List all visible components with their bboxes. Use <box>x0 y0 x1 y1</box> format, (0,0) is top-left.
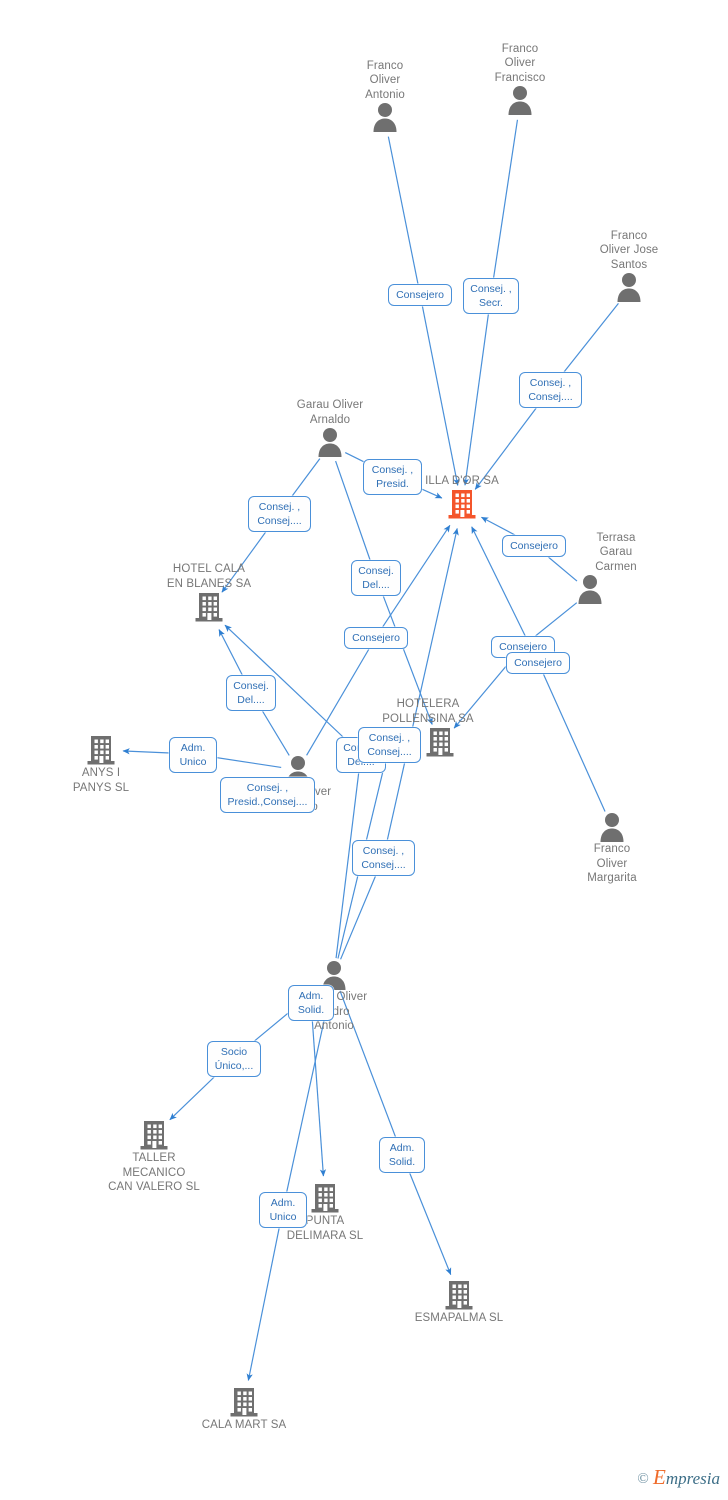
brand-name: mpresia <box>665 1469 720 1488</box>
person-icon <box>530 574 650 604</box>
person-icon <box>325 102 445 132</box>
brand-initial: E <box>653 1465 666 1489</box>
person-node-garau-oliver-arnaldo[interactable]: Garau Oliver Arnaldo <box>270 398 390 457</box>
company-icon <box>94 1119 214 1151</box>
relation-label-consej-consej[interactable]: Consej. , Consej.... <box>352 840 415 876</box>
relationship-graph[interactable]: Franco Oliver Antonio Franco Oliver Franc… <box>0 0 728 1500</box>
company-node-esmapalma-sl[interactable]: ESMAPALMA SL <box>399 1279 519 1326</box>
node-label: HOTELERA POLLENSINA SA <box>382 698 474 725</box>
company-icon <box>399 1279 519 1311</box>
relation-label-adm-solid[interactable]: Adm. Solid. <box>379 1137 425 1173</box>
person-icon <box>460 85 580 115</box>
company-icon <box>184 1386 304 1418</box>
node-label: TALLER MECANICO CAN VALERO SL <box>108 1152 200 1193</box>
company-node-taller-mecanico-can-valero-sl[interactable]: TALLER MECANICO CAN VALERO SL <box>94 1119 214 1195</box>
person-icon <box>569 272 689 302</box>
relation-label-consejero[interactable]: Consejero <box>506 652 570 674</box>
person-node-franco-oliver-antonio[interactable]: Franco Oliver Antonio <box>325 59 445 132</box>
relation-label-consejero[interactable]: Consejero <box>502 535 566 557</box>
relation-label-consejero[interactable]: Consejero <box>344 627 408 649</box>
person-icon <box>552 812 672 842</box>
edge-segment-source <box>490 119 519 296</box>
relation-label-consej-consej[interactable]: Consej. , Consej.... <box>248 496 311 532</box>
relation-label-consej-secr[interactable]: Consej. , Secr. <box>463 278 519 314</box>
person-node-franco-oliver-jose-santos[interactable]: Franco Oliver Jose Santos <box>569 229 689 302</box>
node-label: Garau Oliver Arnaldo <box>296 399 364 426</box>
edge-segment-target <box>419 293 460 486</box>
company-icon <box>41 734 161 766</box>
node-label: Franco Oliver Jose Santos <box>599 229 659 271</box>
node-label: Franco Oliver Francisco <box>494 42 546 84</box>
company-node-cala-mart-sa[interactable]: CALA MART SA <box>184 1386 304 1433</box>
node-label: Franco Oliver Antonio <box>365 59 405 101</box>
copyright-symbol: © <box>637 1471 649 1487</box>
relation-label-adm-unico[interactable]: Adm. Unico <box>259 1192 307 1228</box>
relation-label-consejero[interactable]: Consejero <box>388 284 452 306</box>
node-label: Terrasa Garau Carmen <box>595 531 637 573</box>
person-node-franco-oliver-francisco[interactable]: Franco Oliver Francisco <box>460 42 580 115</box>
relation-label-adm-unico[interactable]: Adm. Unico <box>169 737 217 773</box>
relation-label-consej-consej[interactable]: Consej. , Consej.... <box>358 727 421 763</box>
node-label: CALA MART SA <box>201 1419 287 1431</box>
person-node-franco-oliver-margarita[interactable]: Franco Oliver Margarita <box>552 812 672 886</box>
relation-label-consej-del[interactable]: Consej. Del.... <box>351 560 401 596</box>
node-label: ESMAPALMA SL <box>414 1312 504 1324</box>
relation-label-consej-presid[interactable]: Consej. , Presid. <box>363 459 422 495</box>
person-icon <box>270 427 390 457</box>
relation-label-consej-del[interactable]: Consej. Del.... <box>226 675 276 711</box>
relation-label-adm-solid[interactable]: Adm. Solid. <box>288 985 334 1021</box>
edge-segment-source <box>387 136 421 295</box>
relation-label-consej-presid-consej[interactable]: Consej. , Presid.,Consej.... <box>220 777 315 813</box>
edge-segment-source <box>537 661 606 812</box>
relation-label-socio-nico[interactable]: Socio Único,... <box>207 1041 261 1077</box>
node-label: HOTEL CALA EN BLANES SA <box>166 563 252 590</box>
node-label: ANYS I PANYS SL <box>72 767 130 794</box>
company-icon <box>149 591 269 623</box>
edge-segment-target <box>462 294 492 486</box>
node-label: Franco Oliver Margarita <box>587 843 637 884</box>
relation-label-consej-consej[interactable]: Consej. , Consej.... <box>519 372 582 408</box>
company-node-hotel-cala-en-blanes-sa[interactable]: HOTEL CALA EN BLANES SA <box>149 562 269 623</box>
empresia-watermark: © Empresia <box>637 1465 720 1490</box>
company-node-anys-i-panys-sl[interactable]: ANYS I PANYS SL <box>41 734 161 795</box>
